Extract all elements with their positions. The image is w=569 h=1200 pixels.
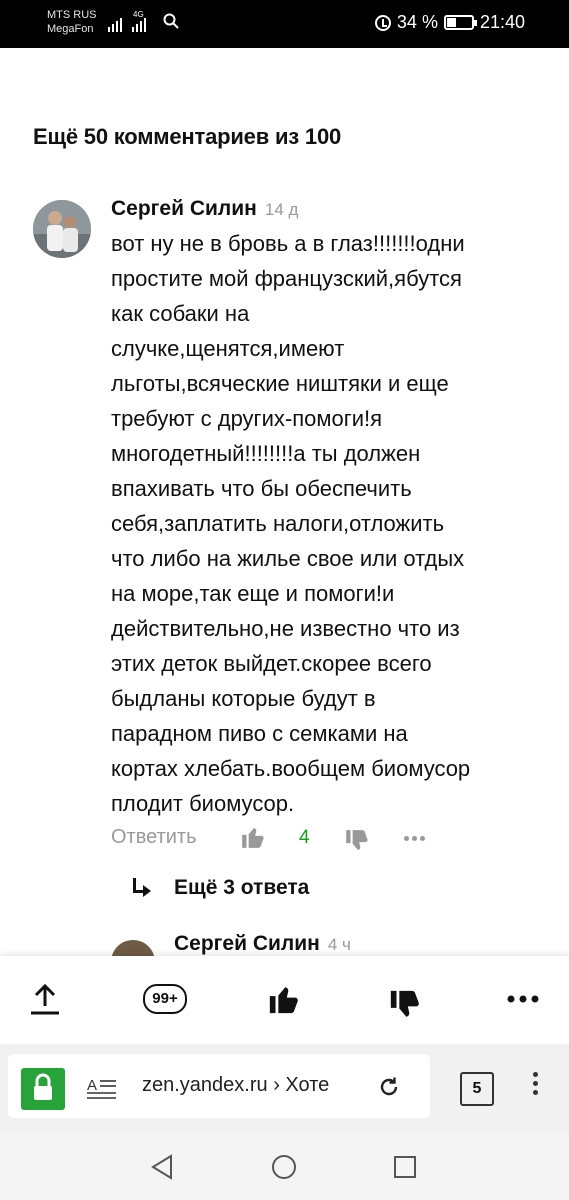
browser-bar: A zen.yandex.ru › Хоте 5 (0, 1044, 569, 1132)
show-replies-button[interactable]: Ещё 3 ответа (130, 876, 309, 900)
replies-label: Ещё 3 ответа (174, 876, 310, 899)
system-navigation-bar (0, 1132, 569, 1200)
reply-button[interactable]: Ответить (111, 826, 197, 849)
lock-icon[interactable] (21, 1068, 65, 1110)
like-icon[interactable] (267, 982, 301, 1016)
reply-arrow-icon (130, 878, 152, 898)
carrier-secondary: MegaFon (47, 23, 94, 35)
tabs-button[interactable]: 5 (460, 1072, 494, 1106)
battery-icon (443, 15, 477, 30)
avatar[interactable] (33, 200, 91, 258)
battery-percent: 34 % (396, 12, 438, 32)
comment-author[interactable]: Сергей Силин 14 д (111, 197, 298, 221)
comment-time: 14 д (264, 200, 299, 219)
svg-text:A: A (87, 1077, 97, 1094)
clock: 21:40 (479, 12, 525, 32)
search-icon (163, 13, 179, 29)
like-count: 4 (299, 827, 310, 848)
comment-author[interactable]: Сергей Силин 4 ч (174, 932, 351, 956)
article-action-bar: 99+ (0, 956, 569, 1044)
status-right: 34 % 21:40 (374, 12, 525, 33)
dislike-icon[interactable] (388, 988, 422, 1022)
author-name[interactable]: Сергей Силин (174, 932, 320, 955)
more-options-icon[interactable] (506, 994, 540, 1004)
like-icon[interactable] (240, 824, 266, 850)
url-fade (328, 1070, 364, 1104)
comment-text: вот ну не в бровь а в глаз!!!!!!!одни пр… (111, 231, 471, 816)
recent-apps-icon[interactable] (393, 1155, 417, 1179)
share-icon[interactable] (28, 982, 62, 1016)
address-bar[interactable]: A zen.yandex.ru › Хоте (8, 1054, 430, 1118)
author-name[interactable]: Сергей Силин (111, 197, 257, 220)
browser-menu-icon[interactable] (533, 1072, 538, 1095)
more-comments-link[interactable]: Ещё 50 комментариев из 100 (33, 124, 341, 150)
comment-actions: Ответить 4 (111, 824, 441, 854)
more-options-icon[interactable] (404, 836, 425, 841)
dislike-icon[interactable] (344, 828, 370, 854)
avatar-photo-icon (33, 200, 91, 258)
carrier-primary: MTS RUS (47, 9, 97, 21)
home-icon[interactable] (271, 1154, 297, 1180)
comments-count-button[interactable]: 99+ (143, 984, 187, 1014)
status-bar: MTS RUS MegaFon 4G 34 % 21:40 (0, 0, 569, 48)
back-icon[interactable] (150, 1154, 174, 1180)
comment-time: 4 ч (327, 935, 351, 954)
alarm-icon (374, 14, 391, 31)
network-type: 4G (133, 10, 144, 19)
carrier-info: MTS RUS MegaFon (47, 8, 97, 36)
reader-mode-icon[interactable]: A (87, 1076, 117, 1100)
reload-icon[interactable] (378, 1076, 400, 1098)
